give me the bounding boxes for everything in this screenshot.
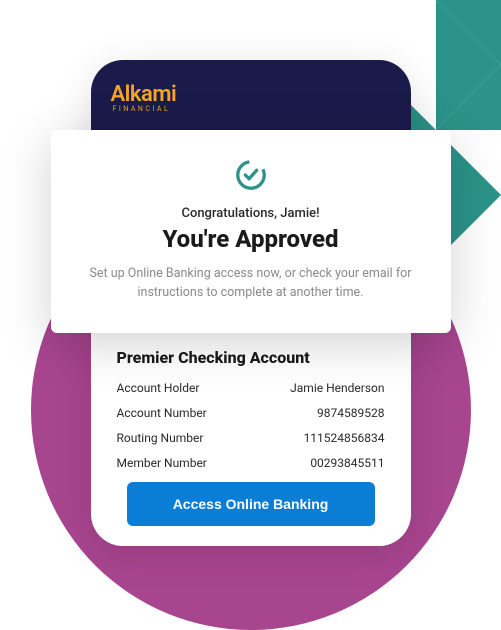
account-row: Account Holder Jamie Henderson xyxy=(117,381,385,395)
account-title: Premier Checking Account xyxy=(117,348,385,367)
account-number-label: Account Number xyxy=(117,406,207,420)
checkmark-circle-icon xyxy=(234,158,268,192)
approved-headline: You're Approved xyxy=(81,225,421,253)
routing-number-value: 111524856834 xyxy=(304,431,385,445)
approval-modal: Congratulations, Jamie! You're Approved … xyxy=(51,130,451,333)
congrats-text: Congratulations, Jamie! xyxy=(81,206,421,221)
logo-text: Alkami xyxy=(111,82,177,107)
access-online-banking-button[interactable]: Access Online Banking xyxy=(127,482,375,526)
routing-number-label: Routing Number xyxy=(117,431,204,445)
account-number-value: 9874589528 xyxy=(317,406,384,420)
member-number-value: 00293845511 xyxy=(310,456,384,470)
approval-subtext: Set up Online Banking access now, or che… xyxy=(81,265,421,303)
account-holder-label: Account Holder xyxy=(117,381,200,395)
member-number-label: Member Number xyxy=(117,456,207,470)
account-row: Routing Number 111524856834 xyxy=(117,431,385,445)
account-row: Account Number 9874589528 xyxy=(117,406,385,420)
brand-logo: Alkami FINANCIAL xyxy=(111,82,391,113)
account-row: Member Number 00293845511 xyxy=(117,456,385,470)
account-holder-value: Jamie Henderson xyxy=(290,381,384,395)
logo-subtext: FINANCIAL xyxy=(113,105,171,113)
